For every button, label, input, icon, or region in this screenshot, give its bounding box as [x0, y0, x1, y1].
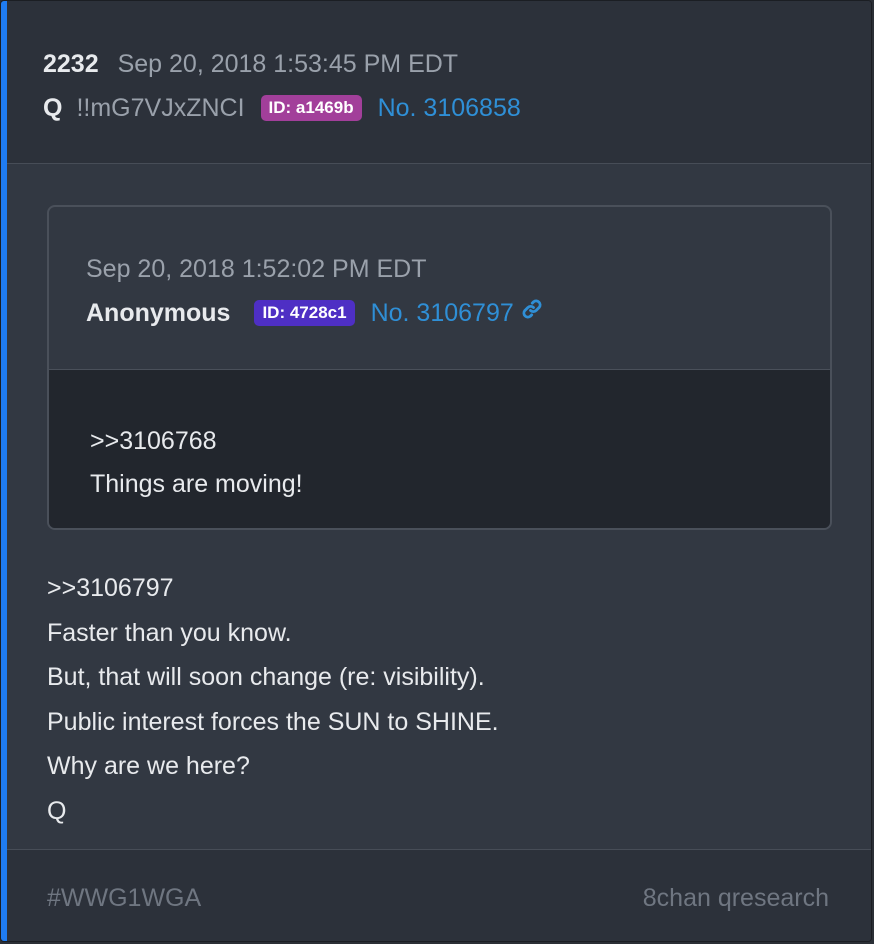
post-number-link[interactable]: No. 3106858 — [378, 92, 521, 124]
quoted-post-author-line: Anonymous ID: 4728c1 No. 3106797 — [86, 297, 544, 329]
post-count: 2232 — [43, 50, 99, 78]
post-id-badge: ID: a1469b — [260, 95, 362, 121]
post-signature: Q — [47, 796, 67, 825]
source-label: 8chan qresearch — [642, 884, 829, 912]
quoted-post-number-link[interactable]: No. 3106797 — [371, 297, 514, 329]
quoted-post-id-badge: ID: 4728c1 — [254, 300, 355, 326]
quoted-post-line: Things are moving! — [90, 470, 303, 498]
post-author-line: Q !!mG7VJxZNCI ID: a1469b No. 3106858 — [43, 92, 521, 124]
post-timestamp: Sep 20, 2018 1:53:45 PM EDT — [117, 50, 459, 78]
post-footer: #WWG1WGA 8chan qresearch — [7, 849, 871, 941]
post-reference[interactable]: >>3106797 — [47, 566, 499, 611]
post-header: 2232 Sep 20, 2018 1:53:45 PM EDT Q !!mG7… — [7, 1, 871, 164]
post-line: Public interest forces the SUN to SHINE. — [47, 707, 499, 736]
quoted-post-timestamp: Sep 20, 2018 1:52:02 PM EDT — [86, 255, 427, 283]
quoted-post-reference[interactable]: >>3106768 — [90, 420, 303, 463]
quoted-post-text: >>3106768 Things are moving! — [90, 420, 303, 506]
post-line: Why are we here? — [47, 752, 250, 780]
quoted-post: Sep 20, 2018 1:52:02 PM EDT Anonymous ID… — [47, 205, 832, 530]
post-meta-line: 2232 Sep 20, 2018 1:53:45 PM EDT — [43, 48, 458, 80]
post-card: 2232 Sep 20, 2018 1:53:45 PM EDT Q !!mG7… — [0, 0, 872, 942]
post-body: >>3106797 Faster than you know. But, tha… — [47, 566, 499, 833]
hashtag: #WWG1WGA — [47, 884, 202, 912]
post-author: Q — [43, 94, 63, 122]
post-line: But, that will soon change (re: visibili… — [47, 663, 485, 691]
quoted-post-header: Sep 20, 2018 1:52:02 PM EDT Anonymous ID… — [49, 207, 830, 370]
quoted-post-body: >>3106768 Things are moving! — [49, 370, 830, 528]
post-tripcode: !!mG7VJxZNCI — [76, 94, 245, 122]
chain-link-icon[interactable] — [520, 297, 544, 329]
post-line: Faster than you know. — [47, 618, 292, 647]
quoted-post-author: Anonymous — [86, 299, 231, 327]
